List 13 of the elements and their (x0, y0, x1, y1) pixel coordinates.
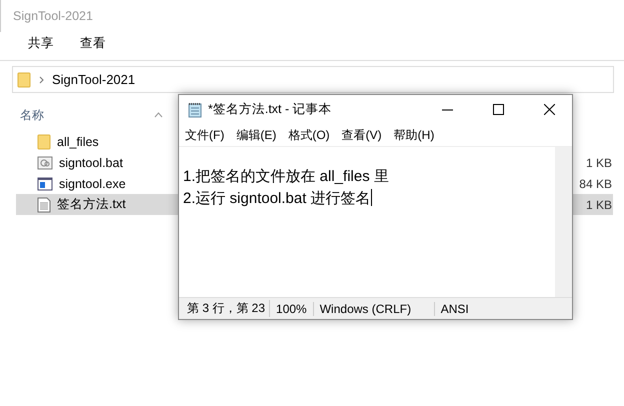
window-title: SignTool-2021 (13, 9, 93, 23)
file-size: 1 KB (586, 198, 612, 212)
file-name: all_files (57, 134, 99, 148)
status-text: ANSI (440, 302, 470, 316)
file-name: 签名方法.txt (57, 196, 126, 213)
file-size: 1 KB (586, 156, 612, 170)
window-title: *签名方法.txt - 记事本 (208, 101, 333, 118)
file-size: 84 KB (579, 176, 612, 190)
status-text: Windows (CRLF) (314, 302, 435, 316)
file-name: signtool.bat (59, 156, 123, 170)
file-name: signtool.exe (59, 176, 126, 190)
status-text: 第 3 行，第 23 (179, 300, 270, 317)
status-text: 100% (270, 302, 314, 316)
